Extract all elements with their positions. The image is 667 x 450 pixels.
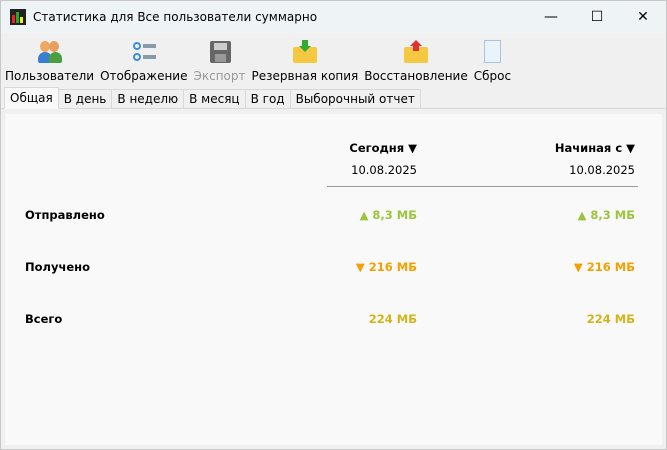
maximize-button[interactable]: ☐: [574, 1, 620, 33]
reset-label: Сброс: [473, 69, 512, 83]
today-date: 10.08.2025: [351, 163, 417, 177]
title-bar: Статистика для Все пользователи суммарно…: [1, 1, 666, 33]
folder-download-icon: [292, 39, 318, 65]
backup-button[interactable]: Резервная копия: [251, 39, 359, 89]
display-button[interactable]: Отображение: [100, 39, 187, 89]
display-label: Отображение: [100, 69, 188, 83]
backup-label: Резервная копия: [251, 69, 359, 83]
total-label: Всего: [25, 312, 63, 326]
folder-upload-icon: [403, 39, 429, 65]
statistics-window: Статистика для Все пользователи суммарно…: [0, 0, 667, 450]
users-button[interactable]: Пользователи: [5, 39, 94, 89]
sent-since-value: ▲ 8,3 МБ: [577, 208, 635, 222]
received-today-value: ▼ 216 МБ: [355, 260, 417, 274]
since-column-dropdown[interactable]: Начиная с ▼: [555, 141, 635, 155]
tab-year[interactable]: В год: [244, 89, 291, 108]
received-label: Получено: [25, 260, 90, 274]
reset-button[interactable]: Сброс: [474, 39, 511, 89]
blank-document-icon: [479, 39, 505, 65]
display-options-icon: [131, 39, 157, 65]
tab-month[interactable]: В месяц: [183, 89, 246, 108]
today-column-dropdown[interactable]: Сегодня ▼: [349, 141, 417, 155]
restore-button[interactable]: Восстановление: [364, 39, 468, 89]
header-divider: [327, 186, 638, 187]
sent-label: Отправлено: [25, 208, 105, 222]
toolbar: Пользователи Отображение Экспорт Резервн…: [1, 33, 666, 89]
close-button[interactable]: ✕: [620, 1, 666, 33]
export-label: Экспорт: [193, 69, 246, 83]
tab-general[interactable]: Общая: [4, 87, 59, 109]
restore-label: Восстановление: [364, 69, 468, 83]
total-today-value: 224 МБ: [368, 312, 417, 326]
tab-custom-report[interactable]: Выборочный отчет: [289, 89, 421, 108]
tab-week[interactable]: В неделю: [111, 89, 185, 108]
since-date: 10.08.2025: [569, 163, 635, 177]
bar-chart-app-icon: [10, 9, 26, 25]
stats-panel: Сегодня ▼ 10.08.2025 Начиная с ▼ 10.08.2…: [5, 114, 662, 445]
export-button[interactable]: Экспорт: [193, 39, 246, 89]
users-icon: [37, 39, 63, 65]
users-label: Пользователи: [5, 69, 95, 83]
received-since-value: ▼ 216 МБ: [573, 260, 635, 274]
tab-day[interactable]: В день: [57, 89, 113, 108]
minimize-button[interactable]: —: [528, 1, 574, 33]
window-title: Статистика для Все пользователи суммарно: [33, 10, 318, 24]
floppy-disk-icon: [207, 39, 233, 65]
tab-bar: Общая В день В неделю В месяц В год Выбо…: [1, 87, 666, 109]
total-since-value: 224 МБ: [586, 312, 635, 326]
sent-today-value: ▲ 8,3 МБ: [359, 208, 417, 222]
